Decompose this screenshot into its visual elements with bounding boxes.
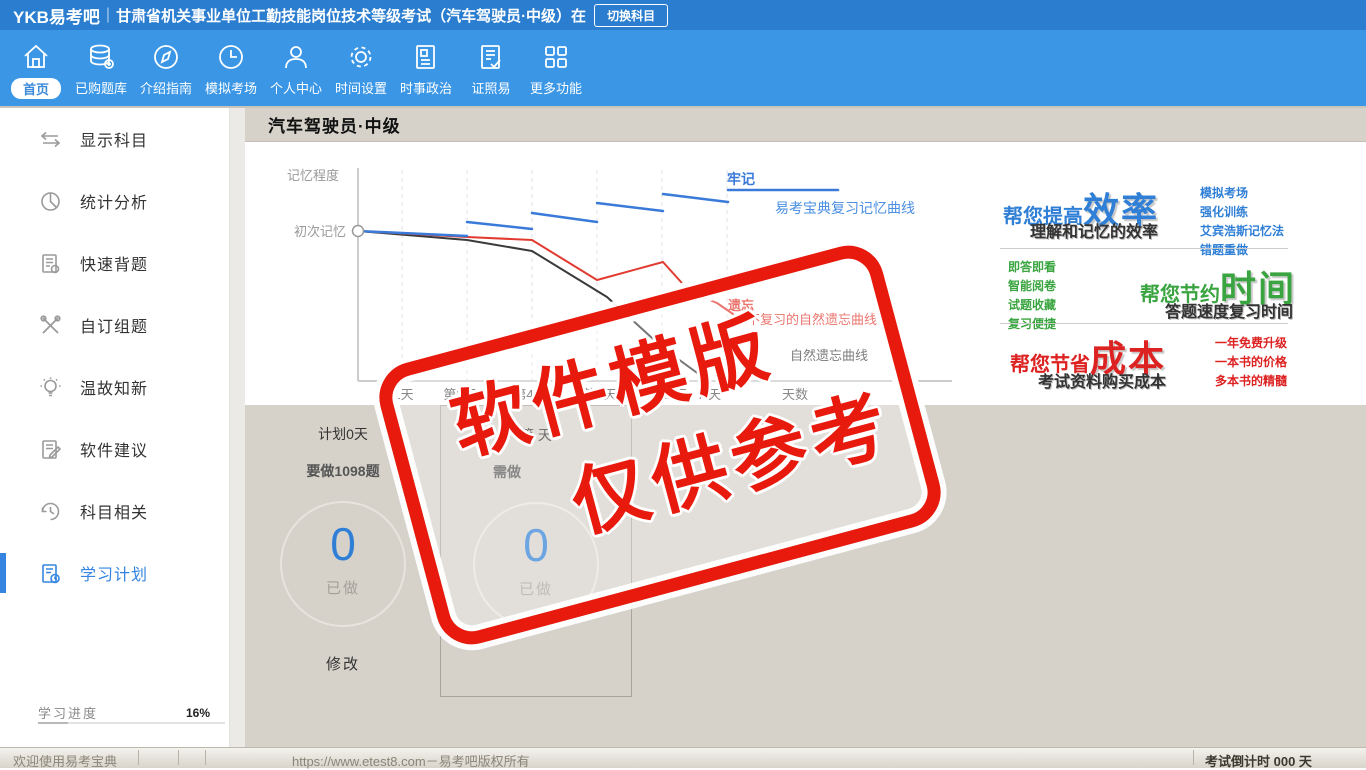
subject-title: 汽车驾驶员·中级 (268, 112, 401, 137)
plan-icon (38, 561, 62, 585)
nav-item-mock-exam[interactable]: 模拟考场 (199, 30, 263, 97)
active-indicator (0, 553, 6, 593)
plan-done-count: 0 (330, 521, 356, 567)
nav-item-label: 证照易 (471, 78, 510, 97)
nav-item-more-functions[interactable]: 更多功能 (524, 30, 588, 97)
sidebar-item-label: 显示科目 (80, 127, 148, 151)
welcome-text: 欢迎使用易考宝典 (13, 751, 117, 770)
sidebar-item-label: 软件建议 (80, 437, 148, 461)
promo-list-item: 错题重做 (1200, 241, 1284, 260)
tools-icon (38, 313, 62, 337)
edit-doc-icon (38, 437, 62, 461)
swap-icon (38, 127, 62, 151)
promo-list-item: 即答即看 (1008, 258, 1056, 277)
study-progress-row: 学习进度 16% (38, 703, 210, 722)
home-icon (19, 40, 53, 74)
promo-list-item: 智能阅卷 (1008, 277, 1056, 296)
nav-item-current-politics[interactable]: 时事政治 (394, 30, 458, 97)
grid-icon (539, 40, 573, 74)
promo-list-item: 一年免费升级 (1215, 334, 1287, 353)
nav-item-label: 已购题库 (75, 78, 127, 97)
compass-icon (149, 40, 183, 74)
status-divider (138, 750, 139, 765)
clock-icon (214, 40, 248, 74)
progress-label: 学习进度 (38, 703, 98, 722)
sidebar: 显示科目 统计分析 快速背题 自订组题 温故知新 软件建议 科目相关 (0, 108, 245, 747)
sidebar-item-software-suggestions[interactable]: 软件建议 (0, 418, 245, 480)
flashcard-icon (38, 251, 62, 275)
promo-efficiency-subtitle: 理解和记忆的效率 (1030, 218, 1158, 242)
gear-icon (344, 40, 378, 74)
nav-item-label: 时间设置 (335, 78, 387, 97)
sidebar-item-label: 自订组题 (80, 313, 148, 337)
exam-title: 甘肃省机关事业单位工勤技能岗位技术等级考试（汽车驾驶员·中级）在 (116, 5, 586, 26)
sidebar-item-label: 快速背题 (80, 251, 148, 275)
nav-item-label: 首页 (11, 78, 61, 99)
svg-text:初次记忆: 初次记忆 (294, 224, 346, 239)
nav-item-question-bank[interactable]: 已购题库 (69, 30, 133, 97)
nav-item-guide[interactable]: 介绍指南 (134, 30, 198, 97)
sidebar-item-custom-questions[interactable]: 自订组题 (0, 294, 245, 356)
pie-chart-icon (38, 189, 62, 213)
progress-value: 16% (186, 706, 210, 720)
promo-divider-1 (1000, 248, 1288, 249)
certificate-icon (474, 40, 508, 74)
status-divider (1193, 750, 1194, 765)
sidebar-item-show-subjects[interactable]: 显示科目 (0, 108, 245, 170)
main-nav-bar: 首页 已购题库 介绍指南 模拟考场 个人中心 时间设置 时事政治 (0, 30, 1366, 108)
nav-item-certificate[interactable]: 证照易 (459, 30, 523, 97)
status-divider (178, 750, 179, 765)
sidebar-item-subject-related[interactable]: 科目相关 (0, 480, 245, 542)
promo-list-item: 艾宾浩斯记忆法 (1200, 222, 1284, 241)
switch-subject-button[interactable]: 切换科目 (594, 4, 668, 27)
promo-list-item: 一本书的价格 (1215, 353, 1287, 372)
top-title-bar: YKB易考吧 | 甘肃省机关事业单位工勤技能岗位技术等级考试（汽车驾驶员·中级）… (0, 0, 1366, 30)
user-icon (279, 40, 313, 74)
status-divider (205, 750, 206, 765)
copyright-text: https://www.etest8.com－易考吧版权所有 (292, 751, 530, 770)
nav-item-home[interactable]: 首页 (4, 30, 68, 99)
sidebar-item-label: 温故知新 (80, 375, 148, 399)
promo-list-item: 多本书的精髓 (1215, 372, 1287, 391)
nav-item-time-settings[interactable]: 时间设置 (329, 30, 393, 97)
sidebar-item-label: 统计分析 (80, 189, 148, 213)
subject-title-bar: 汽车驾驶员·中级 (245, 108, 1366, 142)
plan-done-label: 已做 (326, 577, 360, 598)
exam-countdown: 考试倒计时 000 天 (1205, 751, 1312, 770)
progress-bar (38, 722, 225, 724)
sidebar-scrollbar[interactable] (229, 108, 245, 747)
brand-divider: | (106, 6, 110, 24)
status-bar: 欢迎使用易考宝典 https://www.etest8.com－易考吧版权所有 … (0, 747, 1366, 768)
nav-item-label: 介绍指南 (140, 78, 192, 97)
promo-time-subtitle: 答题速度复习时间 (1165, 298, 1293, 322)
promo-list-item: 试题收藏 (1008, 296, 1056, 315)
nav-item-label: 模拟考场 (205, 78, 257, 97)
sidebar-item-statistics[interactable]: 统计分析 (0, 170, 245, 232)
svg-text:记忆程度: 记忆程度 (287, 168, 339, 183)
sidebar-item-label: 科目相关 (80, 499, 148, 523)
sidebar-item-review[interactable]: 温故知新 (0, 356, 245, 418)
nav-item-label: 个人中心 (270, 78, 322, 97)
sidebar-item-study-plan[interactable]: 学习计划 (0, 542, 245, 604)
plan-edit-button[interactable]: 修改 (263, 653, 423, 674)
promo-list-item: 模拟考场 (1200, 184, 1284, 203)
promo-list-item: 强化训练 (1200, 203, 1284, 222)
history-icon (38, 499, 62, 523)
bulb-icon (38, 375, 62, 399)
app-logo: YKB易考吧 (13, 3, 100, 28)
progress-bar-fill (38, 722, 68, 724)
promo-divider-2 (1000, 323, 1288, 324)
nav-item-personal-center[interactable]: 个人中心 (264, 30, 328, 97)
nav-item-label: 更多功能 (530, 78, 582, 97)
svg-text:易考宝典复习记忆曲线: 易考宝典复习记忆曲线 (775, 200, 915, 216)
svg-text:牢记: 牢记 (727, 171, 755, 187)
promo-cost-subtitle: 考试资料购买成本 (1038, 368, 1166, 392)
plan-done-circle: 0 已做 (280, 501, 406, 627)
sidebar-item-quick-memorize[interactable]: 快速背题 (0, 232, 245, 294)
promo-cost-list: 一年免费升级 一本书的价格 多本书的精髓 (1215, 334, 1287, 391)
nav-item-label: 时事政治 (400, 78, 452, 97)
sidebar-item-label: 学习计划 (80, 561, 148, 585)
database-icon (84, 40, 118, 74)
news-icon (409, 40, 443, 74)
